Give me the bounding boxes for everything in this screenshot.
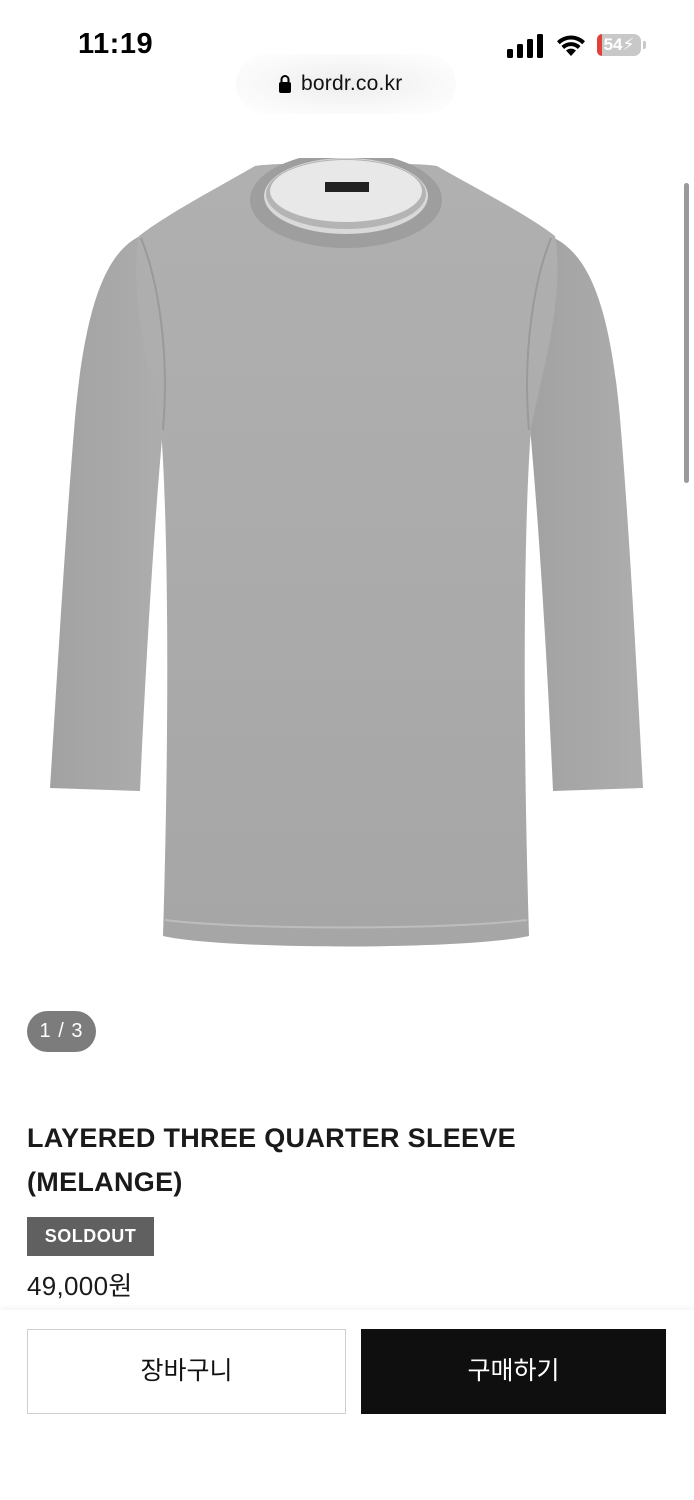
product-price: 49,000원	[27, 1271, 133, 1301]
product-title-line2: (MELANGE)	[27, 1167, 183, 1197]
page-scrollbar[interactable]	[684, 183, 689, 483]
battery-percentage: 54⚡	[603, 35, 635, 54]
status-time: 11:19	[78, 28, 154, 60]
lock-icon	[279, 75, 291, 93]
url-text[interactable]: bordr.co.kr	[301, 72, 402, 96]
add-to-cart-button[interactable]: 장바구니	[27, 1329, 346, 1414]
soldout-badge: SOLDOUT	[27, 1217, 154, 1256]
product-title: LAYERED THREE QUARTER SLEEVE (MELANGE)	[27, 1116, 627, 1204]
battery-icon: 54⚡	[597, 34, 641, 56]
battery-nub	[643, 41, 646, 49]
buy-now-button[interactable]: 구매하기	[361, 1329, 666, 1414]
product-image[interactable]	[45, 158, 649, 958]
cellular-signal-icon	[507, 34, 543, 58]
image-counter: 1 / 3	[27, 1011, 96, 1052]
wifi-icon	[557, 35, 585, 56]
product-title-line1: LAYERED THREE QUARTER SLEEVE	[27, 1123, 516, 1153]
